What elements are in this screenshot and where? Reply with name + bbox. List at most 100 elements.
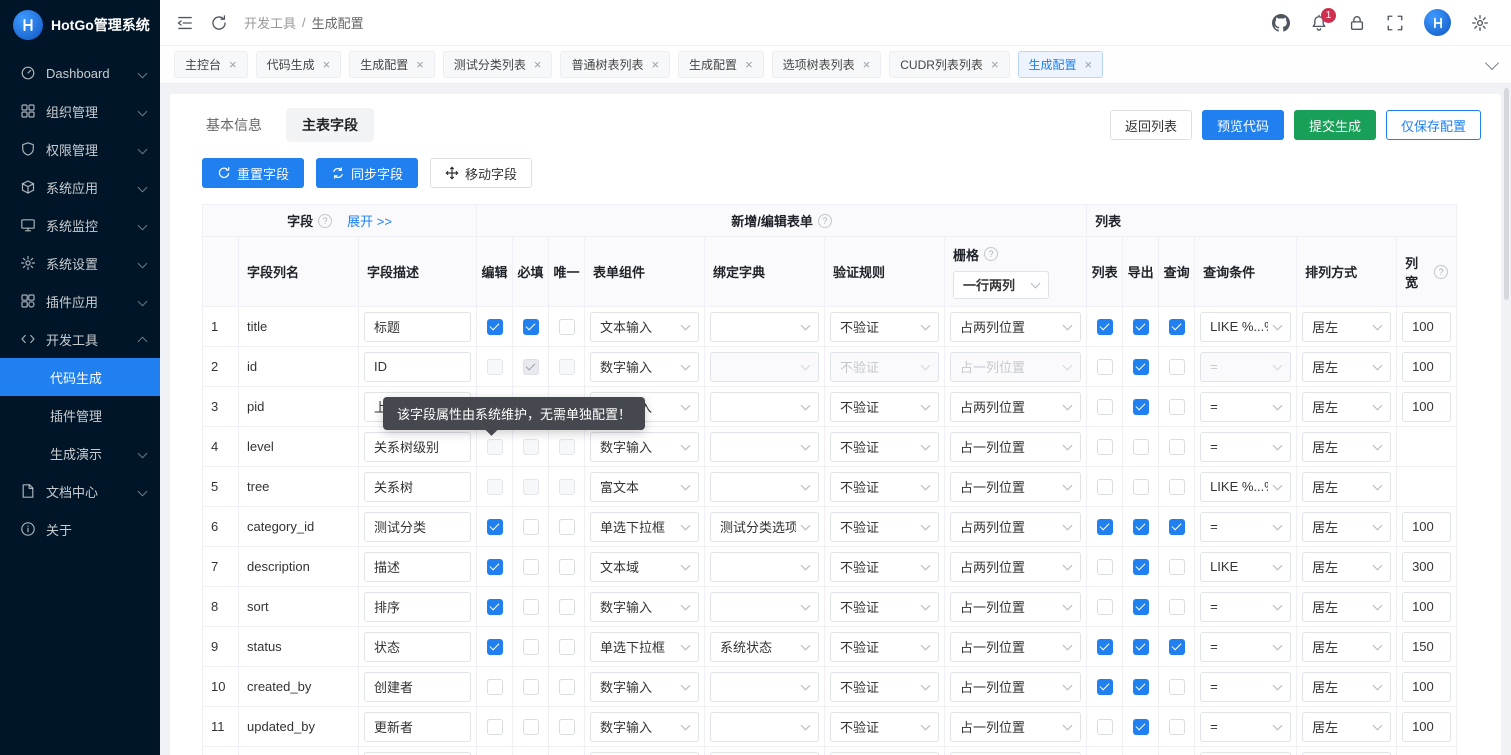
component-select[interactable]: 文本输入: [590, 312, 699, 342]
sidebar-item-devtools[interactable]: 开发工具: [0, 320, 160, 358]
expand-link[interactable]: 展开 >>: [347, 211, 392, 230]
rule-select[interactable]: 不验证: [830, 392, 939, 422]
sidebar-item-sysapp[interactable]: 系统应用: [0, 168, 160, 206]
unique-checkbox[interactable]: [559, 519, 575, 535]
grid-select[interactable]: 占一列位置: [950, 672, 1081, 702]
page-tab[interactable]: 生成配置: [349, 51, 435, 78]
component-select[interactable]: 文本域: [590, 552, 699, 582]
rule-select[interactable]: 不验证: [830, 712, 939, 742]
export-checkbox[interactable]: [1133, 639, 1149, 655]
field-desc-input[interactable]: 更新者: [364, 712, 471, 742]
sidebar-item-docs[interactable]: 文档中心: [0, 472, 160, 510]
dict-select[interactable]: [710, 552, 819, 582]
query-checkbox[interactable]: [1169, 319, 1185, 335]
align-select[interactable]: 居左: [1302, 512, 1391, 542]
list-checkbox[interactable]: [1097, 559, 1113, 575]
required-checkbox[interactable]: [523, 559, 539, 575]
edit-checkbox[interactable]: [487, 439, 503, 455]
component-select[interactable]: 数字输入: [590, 712, 699, 742]
list-checkbox[interactable]: [1097, 599, 1113, 615]
sidebar-item-gen-demo[interactable]: 生成演示: [0, 434, 160, 472]
query-checkbox[interactable]: [1169, 599, 1185, 615]
unique-checkbox[interactable]: [559, 479, 575, 495]
field-desc-input[interactable]: 关系树级别: [364, 432, 471, 462]
unique-checkbox[interactable]: [559, 679, 575, 695]
dict-select[interactable]: [710, 472, 819, 502]
notification-bell-icon[interactable]: 1: [1310, 14, 1328, 32]
width-input[interactable]: 150: [1402, 632, 1451, 662]
breadcrumb-page[interactable]: 生成配置: [312, 13, 364, 32]
rule-select[interactable]: 不验证: [830, 432, 939, 462]
width-input[interactable]: 100: [1402, 592, 1451, 622]
required-checkbox[interactable]: [523, 519, 539, 535]
required-checkbox[interactable]: [523, 679, 539, 695]
edit-checkbox[interactable]: [487, 359, 503, 375]
required-checkbox[interactable]: [523, 719, 539, 735]
rule-select[interactable]: 不验证: [830, 472, 939, 502]
grid-select[interactable]: 占一列位置: [950, 632, 1081, 662]
query-checkbox[interactable]: [1169, 519, 1185, 535]
submit-generate-button[interactable]: 提交生成: [1294, 110, 1376, 140]
grid-select[interactable]: 占一列位置: [950, 432, 1081, 462]
sidebar-item-about[interactable]: 关于: [0, 510, 160, 548]
export-checkbox[interactable]: [1133, 479, 1149, 495]
query-checkbox[interactable]: [1169, 639, 1185, 655]
close-icon[interactable]: [323, 58, 331, 71]
width-input[interactable]: 100: [1402, 352, 1451, 382]
align-select[interactable]: 居左: [1302, 392, 1391, 422]
help-icon[interactable]: [984, 247, 998, 261]
unique-checkbox[interactable]: [559, 599, 575, 615]
query-cond-select[interactable]: =: [1200, 672, 1291, 702]
query-checkbox[interactable]: [1169, 719, 1185, 735]
close-icon[interactable]: [534, 58, 542, 71]
move-fields-button[interactable]: 移动字段: [430, 158, 532, 188]
unique-checkbox[interactable]: [559, 359, 575, 375]
width-input[interactable]: 100: [1402, 712, 1451, 742]
grid-select[interactable]: 占两列位置: [950, 512, 1081, 542]
grid-select[interactable]: 占一列位置: [950, 472, 1081, 502]
grid-select[interactable]: 占两列位置: [950, 552, 1081, 582]
required-checkbox[interactable]: [523, 359, 539, 375]
field-desc-input[interactable]: 描述: [364, 552, 471, 582]
help-icon[interactable]: [1434, 265, 1448, 279]
align-select[interactable]: 居左: [1302, 352, 1391, 382]
dict-select[interactable]: [710, 672, 819, 702]
back-to-list-button[interactable]: 返回列表: [1110, 110, 1192, 140]
edit-checkbox[interactable]: [487, 719, 503, 735]
export-checkbox[interactable]: [1133, 679, 1149, 695]
edit-checkbox[interactable]: [487, 479, 503, 495]
page-tab[interactable]: 生成配置: [1018, 51, 1104, 78]
component-select[interactable]: 单选下拉框: [590, 632, 699, 662]
tab-basic-info[interactable]: 基本信息: [190, 108, 278, 142]
edit-checkbox[interactable]: [487, 319, 503, 335]
dict-select[interactable]: 测试分类选项: [710, 512, 819, 542]
fullscreen-icon[interactable]: [1386, 14, 1404, 32]
unique-checkbox[interactable]: [559, 639, 575, 655]
sidebar-item-codegen[interactable]: 代码生成: [0, 358, 160, 396]
app-logo[interactable]: HotGo管理系统: [0, 0, 160, 50]
align-select[interactable]: 居左: [1302, 632, 1391, 662]
list-checkbox[interactable]: [1097, 399, 1113, 415]
rule-select[interactable]: 不验证: [830, 552, 939, 582]
field-desc-input[interactable]: 创建者: [364, 672, 471, 702]
close-icon[interactable]: [745, 58, 753, 71]
tabs-dropdown-chevron-icon[interactable]: [1485, 55, 1499, 69]
list-checkbox[interactable]: [1097, 719, 1113, 735]
list-checkbox[interactable]: [1097, 679, 1113, 695]
rule-select[interactable]: 不验证: [830, 672, 939, 702]
dict-select[interactable]: [710, 712, 819, 742]
list-checkbox[interactable]: [1097, 639, 1113, 655]
rule-select[interactable]: 不验证: [830, 592, 939, 622]
export-checkbox[interactable]: [1133, 519, 1149, 535]
edit-checkbox[interactable]: [487, 679, 503, 695]
export-checkbox[interactable]: [1133, 359, 1149, 375]
edit-checkbox[interactable]: [487, 559, 503, 575]
component-select[interactable]: 数字输入: [590, 592, 699, 622]
grid-select[interactable]: 占一列位置: [950, 712, 1081, 742]
width-input[interactable]: 100: [1402, 512, 1451, 542]
component-select[interactable]: 富文本: [590, 472, 699, 502]
list-checkbox[interactable]: [1097, 319, 1113, 335]
sidebar-item-org[interactable]: 组织管理: [0, 92, 160, 130]
query-checkbox[interactable]: [1169, 399, 1185, 415]
width-input[interactable]: 100: [1402, 312, 1451, 342]
